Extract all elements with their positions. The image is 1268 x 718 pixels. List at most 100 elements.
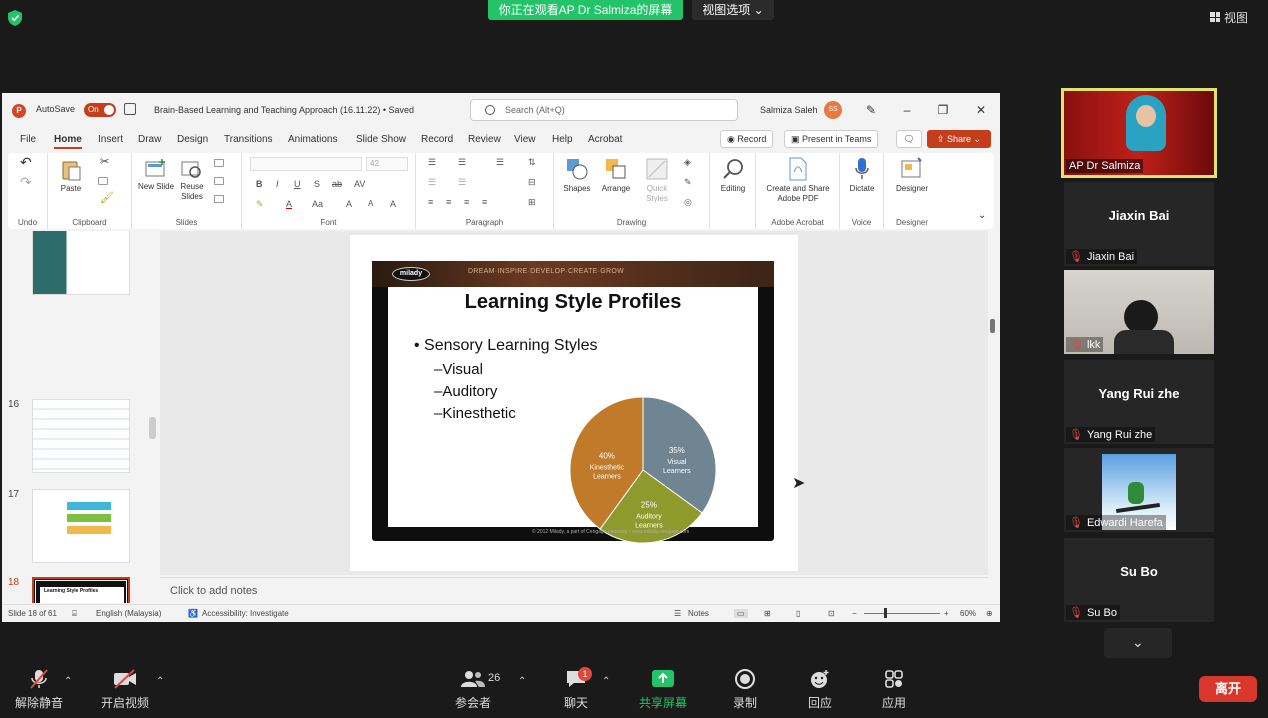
slide-sorter-icon[interactable]: ⊞ (764, 609, 771, 618)
decrease-indent-icon[interactable]: ☰ (428, 177, 436, 188)
thumbnail-scrollbar[interactable] (149, 417, 156, 439)
slide-thumbnail[interactable] (32, 489, 130, 563)
tab-record[interactable]: Record (421, 134, 453, 145)
maximize-icon[interactable]: ❐ (934, 101, 952, 119)
record-button[interactable]: ◉ Record (720, 130, 774, 148)
share-button[interactable]: ⇪ Share ⌄ (927, 130, 991, 148)
autosave-toggle[interactable]: On (84, 103, 116, 117)
bold-icon[interactable]: B (256, 179, 263, 189)
clear-formatting-icon[interactable]: A (390, 199, 396, 209)
tab-home[interactable]: Home (54, 134, 82, 149)
chevron-up-icon[interactable]: ⌃ (64, 676, 72, 687)
quick-styles-button[interactable]: Quick Styles (640, 157, 674, 204)
tab-acrobat[interactable]: Acrobat (588, 134, 622, 145)
apps-button[interactable]: 应用 (859, 668, 929, 711)
view-options-button[interactable]: 视图选项 ⌄ (692, 0, 774, 20)
participant-tile[interactable]: 🎙 lkk (1064, 270, 1214, 354)
font-name-field[interactable] (250, 157, 362, 171)
increase-indent-icon[interactable]: ☰ (458, 177, 466, 188)
character-spacing-icon[interactable]: AV (354, 179, 365, 189)
highlight-icon[interactable]: ✎ (256, 199, 264, 210)
tab-view[interactable]: View (514, 134, 536, 145)
slide-canvas[interactable]: milady DREAM·INSPIRE·DEVELOP·CREATE·GROW… (350, 235, 798, 571)
align-right-icon[interactable]: ≡ (464, 197, 469, 207)
tab-draw[interactable]: Draw (138, 134, 161, 145)
shadow-icon[interactable]: S (314, 179, 320, 189)
grow-font-icon[interactable]: A (346, 199, 352, 209)
reactions-button[interactable]: 回应 (785, 668, 855, 711)
tab-help[interactable]: Help (552, 134, 573, 145)
shape-outline-icon[interactable]: ✎ (684, 177, 692, 188)
reset-icon[interactable] (214, 177, 224, 185)
redo-icon[interactable]: ↷ (20, 175, 32, 189)
save-icon[interactable] (124, 103, 136, 115)
scrollbar-thumb[interactable] (990, 319, 995, 333)
present-in-teams-button[interactable]: ▣ Present in Teams (784, 130, 879, 148)
participant-tile-active-speaker[interactable]: AP Dr Salmiza (1061, 88, 1217, 178)
user-name[interactable]: Salmiza Saleh (760, 105, 818, 115)
chevron-up-icon[interactable]: ⌃ (156, 676, 164, 687)
format-painter-icon[interactable]: 🖌 (100, 193, 114, 204)
reading-view-icon[interactable]: ▯ (796, 609, 800, 618)
close-icon[interactable]: ✕ (972, 101, 990, 119)
start-video-button[interactable]: 开启视频 (90, 668, 160, 711)
unmute-button[interactable]: 解除静音 (4, 668, 74, 711)
dictate-button[interactable]: Dictate (844, 157, 880, 194)
chat-button[interactable]: 聊天 (541, 668, 611, 711)
change-case-icon[interactable]: Aa (312, 199, 323, 209)
zoom-slider[interactable] (864, 613, 940, 614)
text-direction-icon[interactable]: ⇅ (528, 157, 536, 168)
align-center-icon[interactable]: ≡ (446, 197, 451, 207)
zoom-in-icon[interactable]: + (944, 609, 949, 618)
notes-toggle[interactable]: Notes (688, 609, 709, 618)
slide-thumbnail[interactable] (32, 231, 130, 295)
strikethrough-icon[interactable]: ab (332, 179, 342, 189)
new-slide-button[interactable]: New Slide (138, 159, 174, 192)
leave-button[interactable]: 离开 (1199, 676, 1257, 702)
minimize-icon[interactable]: – (898, 101, 916, 119)
editing-button[interactable]: Editing (716, 157, 750, 194)
copy-icon[interactable] (98, 177, 108, 185)
tab-animations[interactable]: Animations (288, 134, 337, 145)
tab-slide-show[interactable]: Slide Show (356, 134, 406, 145)
shape-effects-icon[interactable]: ◎ (684, 197, 692, 208)
zoom-level[interactable]: 60% (960, 609, 976, 618)
smartart-icon[interactable]: ⊞ (528, 197, 536, 208)
paste-button[interactable]: Paste (56, 159, 86, 194)
undo-icon[interactable]: ↶ (20, 155, 32, 169)
cut-icon[interactable]: ✂ (100, 157, 109, 168)
underline-icon[interactable]: U (294, 179, 301, 189)
share-screen-button[interactable]: 共享屏幕 (628, 668, 698, 711)
font-color-icon[interactable]: A (286, 199, 292, 209)
editor-scrollbar[interactable] (988, 231, 998, 575)
layout-icon[interactable] (214, 159, 224, 167)
numbering-icon[interactable]: ☰ (458, 157, 466, 168)
designer-button[interactable]: Designer (890, 157, 934, 194)
tab-transitions[interactable]: Transitions (224, 134, 273, 145)
participant-tile[interactable]: Jiaxin Bai 🎙 Jiaxin Bai (1064, 182, 1214, 266)
shield-icon[interactable] (8, 10, 22, 26)
shrink-font-icon[interactable]: A (368, 199, 373, 208)
participant-tile[interactable]: Yang Rui zhe 🎙 Yang Rui zhe (1064, 360, 1214, 444)
view-button[interactable]: 视图 (1210, 8, 1260, 26)
accessibility-status[interactable]: Accessibility: Investigate (202, 609, 289, 618)
slideshow-icon[interactable]: ⊡ (828, 609, 835, 618)
document-title[interactable]: Brain-Based Learning and Teaching Approa… (154, 105, 414, 115)
zoom-slider-thumb[interactable] (884, 608, 887, 618)
gallery-next-button[interactable]: ⌄ (1104, 628, 1172, 658)
zoom-out-icon[interactable]: − (852, 609, 857, 618)
participant-tile[interactable]: Su Bo 🎙 Su Bo (1064, 538, 1214, 622)
chevron-up-icon[interactable]: ⌃ (602, 676, 610, 687)
pen-icon[interactable]: ✎ (862, 101, 880, 119)
comments-icon[interactable]: 🗨 (896, 130, 922, 148)
record-meeting-button[interactable]: 录制 (710, 668, 780, 711)
align-left-icon[interactable]: ≡ (428, 197, 433, 207)
tab-file[interactable]: File (20, 134, 36, 145)
line-spacing-icon[interactable]: ☰ (496, 157, 504, 168)
tab-design[interactable]: Design (177, 134, 208, 145)
ribbon-collapse-icon[interactable]: ⌄ (978, 211, 986, 221)
notes-pane[interactable]: Click to add notes (160, 577, 988, 603)
shape-fill-icon[interactable]: ◈ (684, 157, 691, 168)
spellcheck-icon[interactable]: ⌸ (72, 609, 77, 619)
search-input[interactable]: Search (Alt+Q) (470, 99, 738, 121)
